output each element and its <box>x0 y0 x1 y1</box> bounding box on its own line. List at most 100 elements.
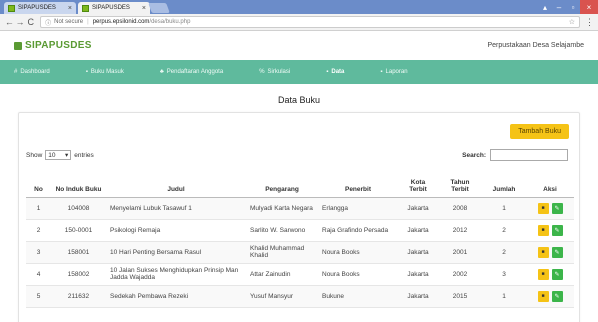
edit-button[interactable]: ✎ <box>551 224 563 236</box>
pencil-icon: ✎ <box>554 227 560 234</box>
cell-no: 1 <box>26 197 51 220</box>
browser-titlebar: SIPAPUSDES × SIPAPUSDES × ▴ – ▫ × <box>0 0 598 14</box>
cell-tahun: 2015 <box>438 285 482 308</box>
cell-no: 5 <box>26 285 51 308</box>
info-icon[interactable]: ⓘ <box>45 18 51 27</box>
forward-icon[interactable]: → <box>15 17 26 27</box>
url-input[interactable]: ⓘ Not secure | perpus.epsilonid.com /des… <box>40 16 581 28</box>
header-kota-terbit[interactable]: Kota Terbit <box>398 167 438 198</box>
reload-icon[interactable]: C <box>25 17 36 27</box>
cell-pengarang: Mulyadi Karta Negara <box>246 197 318 220</box>
cell-pengarang: Khalid Muhammad Khalid <box>246 241 318 264</box>
url-path: /desa/buku.php <box>149 19 191 25</box>
header-no-induk[interactable]: No Induk Buku <box>51 167 106 198</box>
header-jumlah[interactable]: Jumlah <box>482 167 526 198</box>
cell-tahun: 2012 <box>438 219 482 242</box>
cell-no: 3 <box>26 241 51 264</box>
menu-kebab-icon[interactable]: ⋮ <box>585 17 594 28</box>
user-icon[interactable]: ▴ <box>538 0 552 14</box>
data-card: Tambah Buku Show 10 ▾ entries Search: No… <box>18 112 580 322</box>
bookmark-star-icon[interactable]: ☆ <box>569 18 575 26</box>
new-tab-button[interactable] <box>148 3 170 13</box>
cell-kota: Jakarta <box>398 285 438 308</box>
brand-name: SIPAPUSDES <box>25 40 92 51</box>
nav-buku-masuk[interactable]: ▪ Buku Masuk <box>86 69 124 75</box>
favicon-icon <box>82 4 89 12</box>
cell-no: 4 <box>26 263 51 286</box>
view-button[interactable]: ■ <box>537 290 549 302</box>
cell-pengarang: Yusuf Mansyur <box>246 285 318 308</box>
close-tab-icon[interactable]: × <box>68 5 72 12</box>
maximize-icon[interactable]: ▫ <box>566 0 580 14</box>
cell-jumlah: 1 <box>482 197 526 220</box>
table-row: 4 158002 10 Jalan Sukses Menghidupkan Prin… <box>26 263 574 286</box>
cell-pengarang: Attar Zainudin <box>246 263 318 286</box>
close-tab-icon[interactable]: × <box>142 5 146 12</box>
cell-judul: 10 Hari Penting Bersama Rasul <box>106 241 246 264</box>
minimize-icon[interactable]: – <box>552 0 566 14</box>
cell-aksi: ■ ✎ <box>526 285 574 308</box>
cell-aksi: ■ ✎ <box>526 219 574 242</box>
cell-kota: Jakarta <box>398 263 438 286</box>
tab-title: SIPAPUSDES <box>92 5 130 11</box>
cell-aksi: ■ ✎ <box>526 197 574 220</box>
search-input[interactable] <box>490 149 568 161</box>
users-icon: ♣ <box>159 69 164 75</box>
row-actions: ■ ✎ <box>530 202 570 214</box>
view-button[interactable]: ■ <box>537 268 549 280</box>
edit-button[interactable]: ✎ <box>551 246 563 258</box>
header-pengarang[interactable]: Pengarang <box>246 167 318 198</box>
edit-button[interactable]: ✎ <box>551 268 563 280</box>
edit-button[interactable]: ✎ <box>551 290 563 302</box>
close-window-icon[interactable]: × <box>580 0 598 14</box>
view-button[interactable]: ■ <box>537 202 549 214</box>
cell-no-induk: 104008 <box>51 197 106 220</box>
cell-kota: Jakarta <box>398 219 438 242</box>
nav-pendaftaran-anggota[interactable]: ♣ Pendaftaran Anggota <box>160 69 223 75</box>
view-button[interactable]: ■ <box>537 224 549 236</box>
row-actions: ■ ✎ <box>530 246 570 258</box>
nav-dashboard[interactable]: # Dashboard <box>14 69 50 75</box>
table-row: 5 211632 Sedekah Pembawa Rezeki Yusuf Mansy… <box>26 285 574 308</box>
back-icon[interactable]: ← <box>4 17 15 27</box>
cell-kota: Jakarta <box>398 197 438 220</box>
header-tahun-terbit[interactable]: Tahun Terbit <box>438 167 482 198</box>
cell-jumlah: 3 <box>482 263 526 286</box>
search-label: Search: <box>462 151 486 159</box>
nav-laporan[interactable]: ▪ Laporan <box>380 69 407 75</box>
row-actions: ■ ✎ <box>530 290 570 302</box>
nav-label: Buku Masuk <box>90 69 124 75</box>
address-bar: ← → C ⓘ Not secure | perpus.epsilonid.co… <box>0 14 598 31</box>
row-actions: ■ ✎ <box>530 224 570 236</box>
book-icon: ▪ <box>85 69 88 75</box>
browser-tab-2[interactable]: SIPAPUSDES × <box>78 2 150 14</box>
nav-data[interactable]: ▪ Data <box>326 69 344 75</box>
nav-label: Data <box>331 69 345 75</box>
cell-tahun: 2002 <box>438 263 482 286</box>
row-actions: ■ ✎ <box>530 268 570 280</box>
browser-tab-1[interactable]: SIPAPUSDES × <box>4 2 76 14</box>
cell-pengarang: Sarlito W. Sarwono <box>246 219 318 242</box>
header-judul[interactable]: Judul <box>106 167 246 198</box>
cell-no-induk: 150-0001 <box>51 219 106 242</box>
table-row: 2 150-0001 Psikologi Remaja Sarlito W. Sarw… <box>26 219 574 242</box>
entries-length-control: Show 10 ▾ entries <box>26 150 94 160</box>
nav-sirkulasi[interactable]: % Sirkulasi <box>259 69 290 75</box>
entries-value: 10 <box>48 151 56 159</box>
entries-select[interactable]: 10 ▾ <box>45 150 72 160</box>
header-penerbit[interactable]: Penerbit <box>318 167 398 198</box>
header-aksi: Aksi <box>526 167 574 198</box>
cell-tahun: 2008 <box>438 197 482 220</box>
add-book-button[interactable]: Tambah Buku <box>510 124 569 139</box>
brand-logo[interactable]: SIPAPUSDES <box>14 40 92 51</box>
detail-icon: ■ <box>541 227 545 233</box>
cell-aksi: ■ ✎ <box>526 263 574 286</box>
cell-judul: Psikologi Remaja <box>106 219 246 242</box>
cell-no: 2 <box>26 219 51 242</box>
cell-tahun: 2001 <box>438 241 482 264</box>
edit-button[interactable]: ✎ <box>551 202 563 214</box>
view-button[interactable]: ■ <box>537 246 549 258</box>
window-controls: ▴ – ▫ × <box>538 0 598 14</box>
pencil-icon: ✎ <box>554 205 560 212</box>
header-no[interactable]: No <box>26 167 51 198</box>
